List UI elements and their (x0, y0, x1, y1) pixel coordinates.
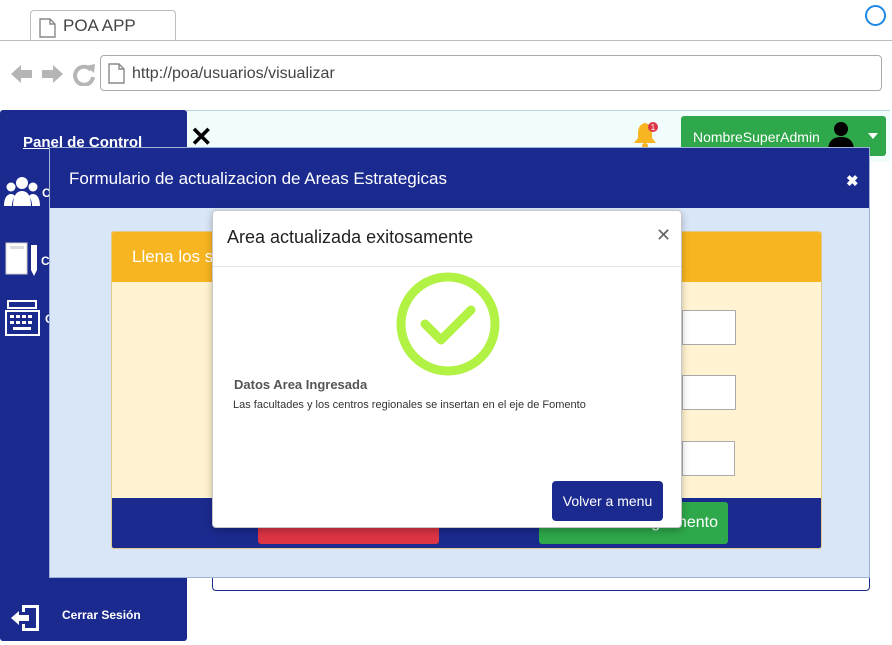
form-input[interactable] (682, 375, 736, 410)
users-icon (4, 177, 40, 206)
modal-header: Formulario de actualizacion de Areas Est… (50, 148, 869, 208)
tab-title: POA APP (63, 16, 136, 35)
document-icon (39, 18, 56, 38)
logout-icon (11, 605, 39, 631)
chevron-down-icon (868, 133, 878, 139)
info-message: Las facultades y los centros regionales … (233, 399, 586, 411)
dialog-close-icon[interactable]: ✕ (656, 225, 671, 246)
forward-arrow-icon[interactable] (42, 65, 63, 83)
logout-button[interactable] (10, 604, 40, 637)
modal-close-icon[interactable]: ✖ (846, 172, 859, 190)
sidebar-item-keyboard[interactable] (5, 300, 41, 341)
url-text: http://poa/usuarios/visualizar (132, 65, 335, 82)
back-arrow-icon[interactable] (11, 65, 32, 83)
check-circle-icon (396, 272, 500, 376)
keyboard-icon (5, 300, 40, 336)
reload-icon[interactable] (73, 64, 95, 87)
page-icon (108, 63, 125, 84)
address-bar[interactable]: http://poa/usuarios/visualizar (100, 55, 882, 91)
browser-nav-buttons (10, 62, 96, 91)
logout-label[interactable]: Cerrar Sesión (62, 608, 141, 622)
book-icon (5, 242, 37, 276)
dialog-divider (213, 266, 681, 267)
tab-strip-divider (0, 40, 892, 41)
modal-title: Formulario de actualizacion de Areas Est… (69, 169, 447, 188)
form-input[interactable] (682, 310, 736, 345)
notification-count: 1 (651, 123, 656, 132)
user-name: NombreSuperAdmin (693, 129, 820, 145)
form-input[interactable] (682, 441, 735, 476)
sidebar-item-book[interactable] (5, 242, 39, 283)
success-dialog: Area actualizada exitosamente ✕ Datos Ar… (212, 210, 682, 528)
browser-tab[interactable]: POA APP (30, 10, 176, 41)
dialog-title: Area actualizada exitosamente (227, 227, 474, 247)
form-header-title: Llena los s (132, 247, 214, 266)
browser-circle-button[interactable] (865, 5, 886, 26)
info-heading: Datos Area Ingresada (234, 377, 368, 392)
back-to-menu-button[interactable]: Volver a menu (552, 481, 663, 521)
bell-icon: 1 (634, 122, 658, 149)
sidebar-item-users[interactable] (4, 174, 40, 213)
